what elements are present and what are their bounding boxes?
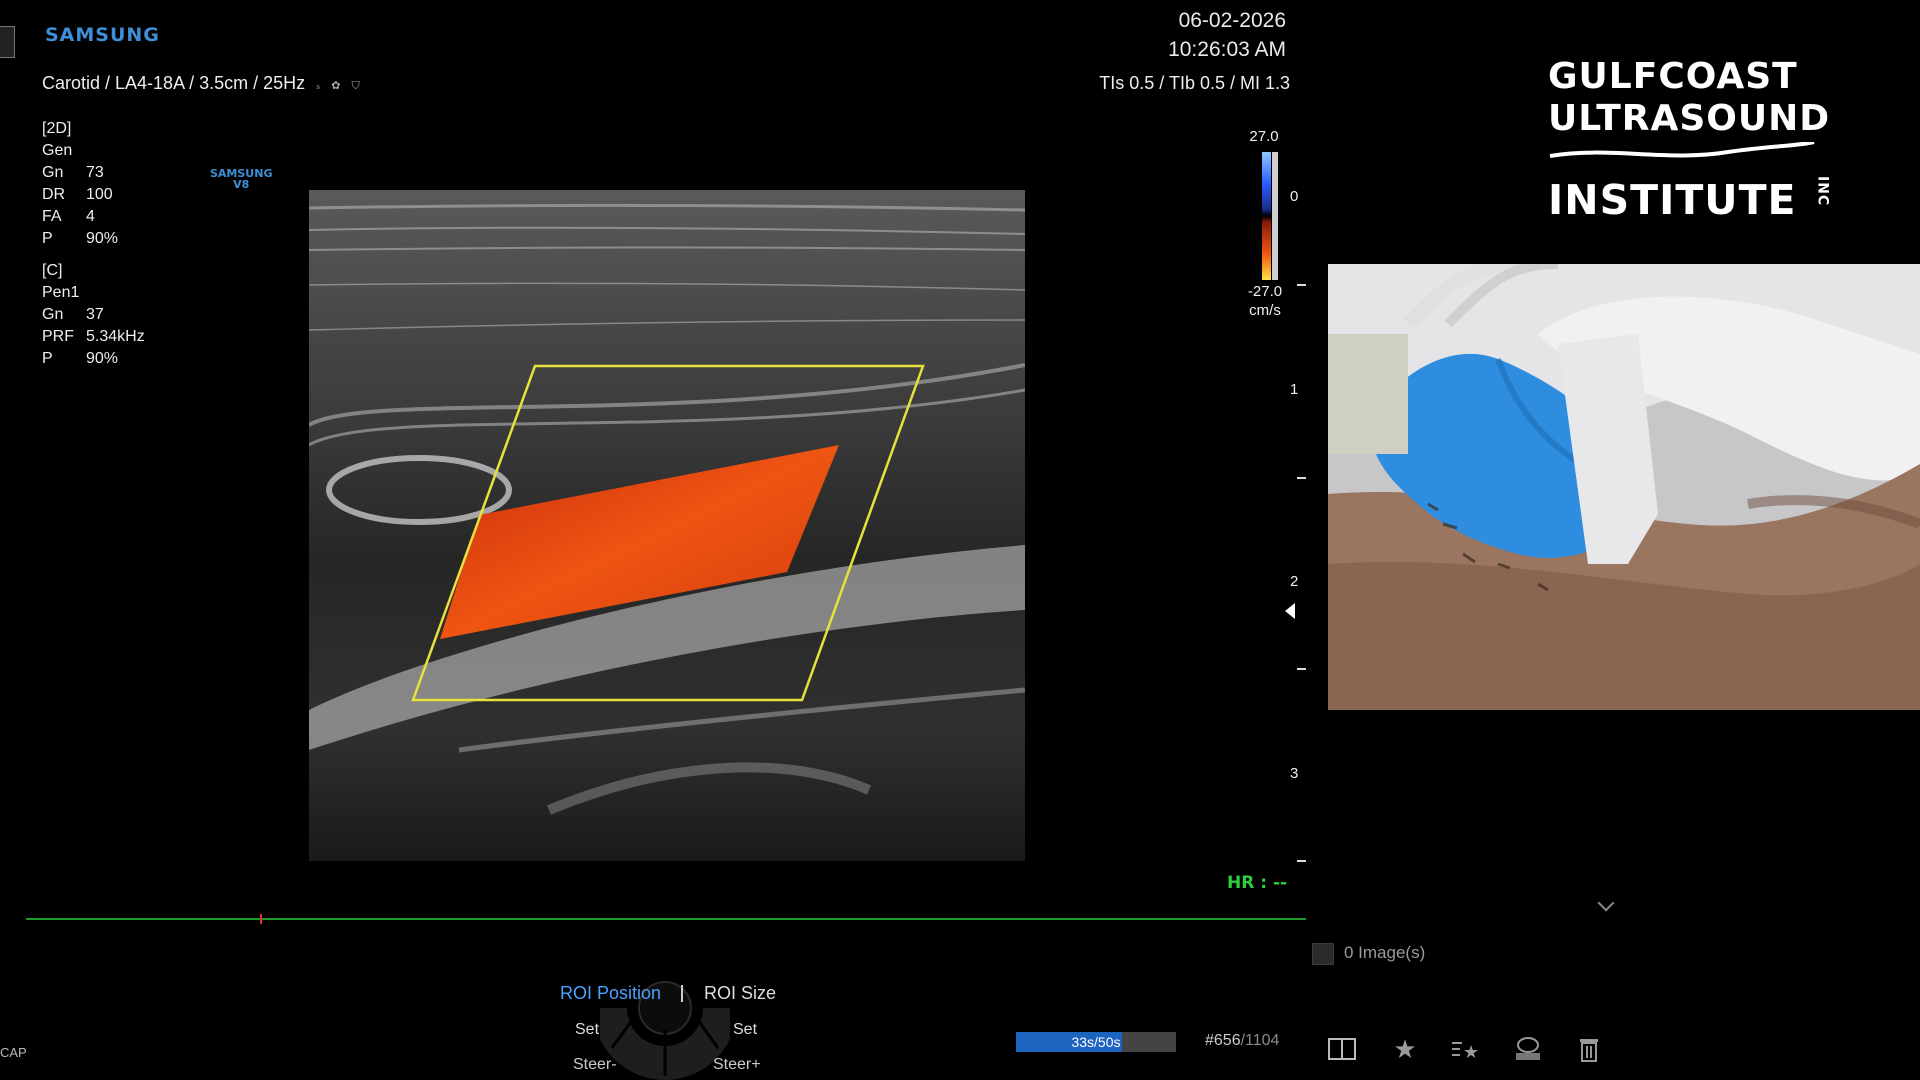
institute-logo: GULFCOAST ULTRASOUND INSTITUTE INC <box>1548 56 1847 224</box>
logo-inc: INC <box>1814 176 1831 207</box>
params-2d-key: P <box>42 230 53 247</box>
depth-label-0: 0 <box>1290 188 1299 205</box>
params-c-row: PRF 5.34kHz <box>42 326 145 348</box>
set-left-button[interactable]: Set <box>575 1021 599 1039</box>
date-text: 06-02-2026 <box>1178 9 1286 32</box>
params-c-value: 90% <box>86 350 119 367</box>
params-2d-title: [2D] <box>42 120 72 137</box>
params-2d-key: DR <box>42 186 66 203</box>
preset-info: Carotid / LA4-18A / 3.5cm / 25Hz ₛ ✿ ⛉ <box>42 73 360 94</box>
depth-tick <box>1297 284 1306 286</box>
depth-tick <box>1297 860 1306 862</box>
roi-separator <box>681 985 683 1002</box>
split-view-icon[interactable] <box>1327 1034 1357 1064</box>
star-list-icon[interactable]: ★ <box>1450 1034 1480 1064</box>
params-c-row: P 90% <box>42 348 145 370</box>
heart-rate: HR : -- <box>1227 873 1288 893</box>
time-text: 10:26:03 AM <box>1168 38 1286 61</box>
params-2d-row: Gn 73 <box>42 162 145 184</box>
logo-line2: ULTRASOUND <box>1548 98 1831 139</box>
parameter-panel: [2D] Gen Gn 73 DR 100 FA 4 P 90% [C] Pen1 Gn 37 P… <box>42 118 145 370</box>
params-2d-value: 100 <box>86 186 113 203</box>
image-count: 0 Image(s) <box>1344 943 1426 962</box>
params-c-key: Gn <box>42 306 64 323</box>
datetime: 06-02-2026 10:26:03 AM <box>1120 6 1286 64</box>
ecg-timeline[interactable] <box>26 918 1306 920</box>
collapse-tab[interactable] <box>0 26 15 58</box>
scale-min-value: -27.0 <box>1247 283 1283 300</box>
logo-wave-icon <box>1549 142 1815 158</box>
steer-plus-button[interactable]: Steer+ <box>713 1056 761 1074</box>
roi-size-option[interactable]: ROI Size <box>704 983 776 1004</box>
chevron-down-icon[interactable] <box>1597 894 1615 912</box>
params-c-value: 37 <box>86 306 104 323</box>
params-2d-row: P 90% <box>42 228 145 250</box>
probe-icon: ⛉ <box>351 80 360 92</box>
depth-label-1: 1 <box>1290 381 1299 398</box>
scale-unit: cm/s <box>1249 302 1281 319</box>
logo-line1: GULFCOAST <box>1548 56 1798 97</box>
params-2d-key: Gn <box>42 164 64 181</box>
params-2d-row: DR 100 <box>42 184 145 206</box>
depth-tick <box>1297 668 1306 670</box>
v8-logo-line2: V8 <box>233 178 250 191</box>
star-icon[interactable]: ★ <box>1390 1034 1420 1064</box>
params-c-key: P <box>42 350 53 367</box>
depth-tick <box>1297 477 1306 479</box>
safety-index: TIs 0.5 / TIb 0.5 / MI 1.3 <box>1099 73 1290 93</box>
logo-line3: INSTITUTE <box>1548 176 1797 224</box>
ultrasound-image[interactable] <box>309 190 1025 861</box>
params-c-key: PRF <box>42 328 74 345</box>
params-c-title: [C] <box>42 262 63 279</box>
v8-logo: SAMSUNG V8 <box>210 168 272 190</box>
params-2d-value: 90% <box>86 230 119 247</box>
params-c-row: Gn 37 <box>42 304 145 326</box>
frame-total: /1104 <box>1240 1032 1280 1049</box>
scale-max: 27.0 <box>1249 128 1279 145</box>
preset-text: Carotid / LA4-18A / 3.5cm / 25Hz <box>42 73 306 93</box>
depth-label-3: 3 <box>1290 765 1299 782</box>
params-c-mode: Pen1 <box>42 284 80 301</box>
color-mode-icon: ✿ <box>331 80 341 92</box>
image-thumbnail-checkbox[interactable] <box>1312 943 1334 965</box>
scale-min: -27.0 cm/s <box>1238 282 1292 320</box>
s-har-icon: ₛ <box>316 80 321 92</box>
params-2d-key: FA <box>42 208 62 225</box>
depth-label-2: 2 <box>1290 573 1299 590</box>
params-c-value: 5.34kHz <box>86 328 145 345</box>
cine-progress[interactable]: 33s/50s <box>1016 1032 1176 1052</box>
logo-line3-wrap: INSTITUTE INC <box>1548 176 1847 224</box>
roi-position-option[interactable]: ROI Position <box>560 983 661 1004</box>
probe-camera-view <box>1328 264 1920 710</box>
params-2d-row: FA 4 <box>42 206 145 228</box>
params-2d-mode: Gen <box>42 142 73 159</box>
cine-progress-text: 33s/50s <box>1071 1034 1121 1050</box>
frame-current: #656 <box>1205 1032 1241 1049</box>
trash-icon[interactable] <box>1574 1034 1604 1064</box>
dicom-icon[interactable] <box>1513 1034 1543 1064</box>
frame-counter: #656/1104 <box>1205 1032 1279 1050</box>
focus-marker-icon[interactable] <box>1285 603 1295 619</box>
timeline-marker[interactable] <box>260 914 262 924</box>
set-right-button[interactable]: Set <box>733 1021 757 1039</box>
steer-minus-button[interactable]: Steer- <box>573 1056 617 1074</box>
cap-label: CAP <box>0 1045 27 1060</box>
color-scale-bar <box>1262 152 1278 280</box>
svg-text:★: ★ <box>1463 1042 1479 1061</box>
params-2d-value: 73 <box>86 164 104 181</box>
brand-logo: SAMSUNG <box>45 24 160 46</box>
params-2d-value: 4 <box>86 208 95 225</box>
